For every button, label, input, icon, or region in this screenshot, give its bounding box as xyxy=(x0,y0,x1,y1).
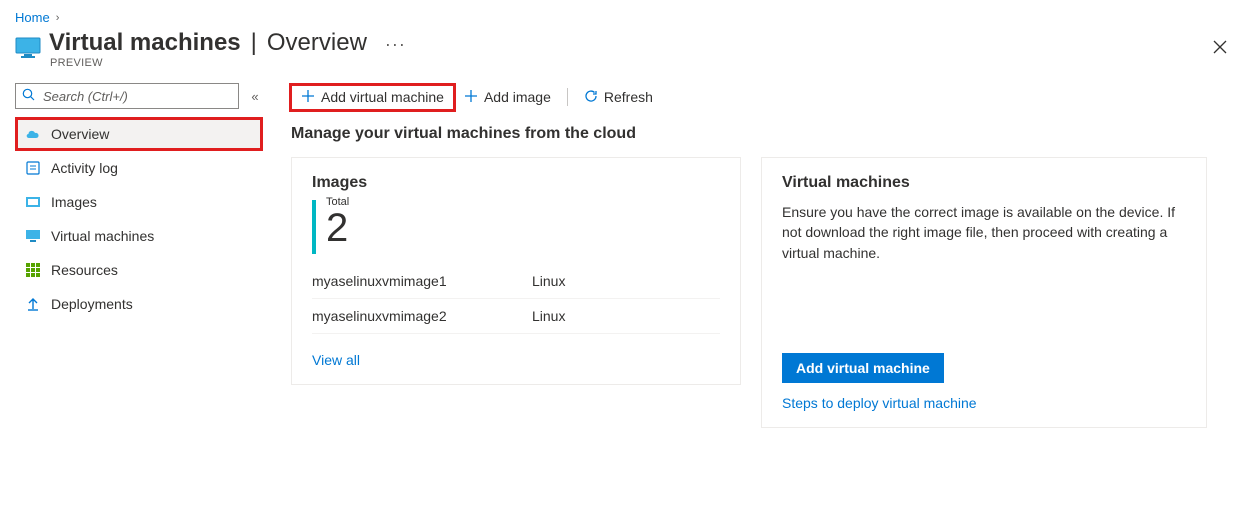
close-button[interactable] xyxy=(1206,33,1234,61)
sidebar-item-activity-log[interactable]: Activity log xyxy=(15,151,263,185)
card-title: Images xyxy=(312,174,720,192)
table-row[interactable]: myaselinuxvmimage2 Linux xyxy=(312,299,720,334)
refresh-icon xyxy=(584,89,598,106)
count-accent-bar xyxy=(312,200,316,254)
toolbar-divider xyxy=(567,88,568,106)
virtual-machines-card: Virtual machines Ensure you have the cor… xyxy=(761,157,1207,428)
card-title: Virtual machines xyxy=(782,174,1186,192)
sidebar-item-virtual-machines[interactable]: Virtual machines xyxy=(15,219,263,253)
add-image-button[interactable]: Add image xyxy=(454,85,561,110)
sidebar-search[interactable] xyxy=(15,83,239,109)
card-description: Ensure you have the correct image is ava… xyxy=(782,202,1186,263)
breadcrumb: Home › xyxy=(15,10,1234,25)
resources-icon xyxy=(25,262,41,278)
preview-badge: PREVIEW xyxy=(50,57,406,69)
sidebar-item-images[interactable]: Images xyxy=(15,185,263,219)
image-name: myaselinuxvmimage2 xyxy=(312,308,532,324)
add-virtual-machine-button[interactable]: Add virtual machine xyxy=(291,85,454,110)
view-all-link[interactable]: View all xyxy=(312,352,360,368)
deployments-icon xyxy=(25,296,41,312)
sidebar-search-input[interactable] xyxy=(41,88,232,105)
page-header: Virtual machines | Overview ··· PREVIEW xyxy=(15,29,1234,69)
sidebar-item-label: Activity log xyxy=(51,160,118,176)
image-name: myaselinuxvmimage1 xyxy=(312,273,532,289)
page-title-main: Virtual machines xyxy=(49,29,241,57)
plus-icon xyxy=(464,89,478,106)
page-title-sub: Overview xyxy=(267,29,367,57)
plus-icon xyxy=(301,89,315,106)
breadcrumb-home[interactable]: Home xyxy=(15,10,50,25)
main-content: Add virtual machine Add image Refresh Ma… xyxy=(291,83,1234,428)
image-os: Linux xyxy=(532,273,720,289)
sidebar-item-label: Overview xyxy=(51,126,109,142)
sidebar-item-label: Virtual machines xyxy=(51,228,154,244)
sidebar: « Overview Activity log Images Virtual m… xyxy=(15,83,263,428)
sidebar-item-label: Resources xyxy=(51,262,118,278)
table-row[interactable]: myaselinuxvmimage1 Linux xyxy=(312,264,720,299)
chevron-right-icon: › xyxy=(56,12,60,24)
steps-to-deploy-link[interactable]: Steps to deploy virtual machine xyxy=(782,395,1186,411)
sidebar-item-resources[interactable]: Resources xyxy=(15,253,263,287)
count-value: 2 xyxy=(326,208,349,248)
sidebar-item-label: Images xyxy=(51,194,97,210)
refresh-button[interactable]: Refresh xyxy=(574,85,663,110)
toolbar-label: Add virtual machine xyxy=(321,89,444,105)
sidebar-item-label: Deployments xyxy=(51,296,133,312)
virtual-machine-icon xyxy=(25,228,41,244)
sidebar-item-overview[interactable]: Overview xyxy=(15,117,263,151)
section-heading: Manage your virtual machines from the cl… xyxy=(291,125,1234,143)
toolbar: Add virtual machine Add image Refresh xyxy=(291,83,1234,111)
page-title-separator: | xyxy=(251,29,257,57)
images-card: Images Total 2 myaselinuxvmimage1 Linux … xyxy=(291,157,741,385)
more-menu-icon[interactable]: ··· xyxy=(385,34,406,55)
images-icon xyxy=(25,194,41,210)
sidebar-item-deployments[interactable]: Deployments xyxy=(15,287,263,321)
virtual-machine-icon xyxy=(15,35,41,61)
cloud-icon xyxy=(25,126,41,142)
collapse-sidebar-button[interactable]: « xyxy=(247,89,263,104)
search-icon xyxy=(22,88,35,104)
add-virtual-machine-primary-button[interactable]: Add virtual machine xyxy=(782,353,944,383)
toolbar-label: Add image xyxy=(484,89,551,105)
toolbar-label: Refresh xyxy=(604,89,653,105)
activity-log-icon xyxy=(25,160,41,176)
image-os: Linux xyxy=(532,308,720,324)
